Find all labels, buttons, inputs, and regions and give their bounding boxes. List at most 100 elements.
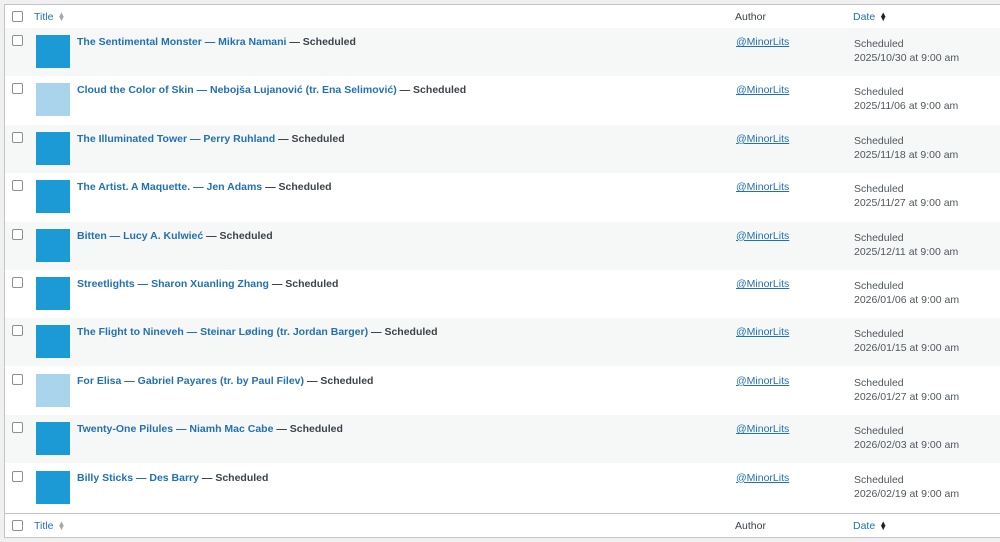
post-title-cell: Twenty-One Pilules — Niamh Mac Cabe — Sc… xyxy=(77,423,343,435)
author-link[interactable]: @MinorLits xyxy=(736,423,789,435)
author-link[interactable]: @MinorLits xyxy=(736,181,789,193)
select-all-checkbox-footer[interactable] xyxy=(12,520,23,531)
featured-image-thumbnail[interactable] xyxy=(36,325,70,359)
post-title-cell: The Artist. A Maquette. — Jen Adams — Sc… xyxy=(77,181,332,193)
featured-image-thumbnail[interactable] xyxy=(36,277,70,310)
row-checkbox[interactable] xyxy=(12,83,23,95)
date-column-sort-footer[interactable]: Date ▲ ▼ xyxy=(853,520,887,532)
select-all-checkbox[interactable] xyxy=(12,11,23,22)
publish-status: Scheduled xyxy=(854,231,904,244)
row-checkbox[interactable] xyxy=(12,470,23,482)
date-cell: Scheduled 2026/01/27 at 9:00 am xyxy=(854,376,959,404)
featured-image-thumbnail[interactable] xyxy=(36,470,70,504)
author-link[interactable]: @MinorLits xyxy=(736,84,789,96)
table-row: Cloud the Color of Skin — Nebojša Lujano… xyxy=(5,76,1000,124)
featured-image-thumbnail[interactable] xyxy=(36,422,70,456)
author-column-label: Author xyxy=(735,520,766,532)
author-link[interactable]: @MinorLits xyxy=(736,278,789,290)
publish-datetime: 2025/10/30 at 9:00 am xyxy=(854,52,960,64)
date-cell: Scheduled 2025/11/27 at 9:00 am xyxy=(854,182,958,210)
post-state: — Scheduled xyxy=(371,326,438,339)
publish-status: Scheduled xyxy=(854,86,904,99)
post-title-link[interactable]: The Flight to Nineveh — Steinar Løding (… xyxy=(77,326,368,338)
author-link[interactable]: @MinorLits xyxy=(736,133,789,145)
date-column-sort[interactable]: Date ▲ ▼ xyxy=(853,11,887,23)
publish-datetime: 2026/02/19 at 9:00 am xyxy=(854,487,960,500)
table-footer: Title ▲ ▼ Author Date ▲ ▼ xyxy=(5,513,1000,537)
author-link[interactable]: @MinorLits xyxy=(736,472,789,484)
date-cell: Scheduled 2025/10/30 at 9:00 am xyxy=(854,37,959,65)
featured-image-thumbnail[interactable] xyxy=(36,35,70,68)
publish-status: Scheduled xyxy=(854,328,904,341)
author-link[interactable]: @MinorLits xyxy=(736,375,789,387)
row-checkbox[interactable] xyxy=(12,131,23,143)
post-state: — Scheduled xyxy=(399,84,467,97)
post-title-link[interactable]: Bitten — Lucy A. Kulwieć xyxy=(77,230,203,242)
row-checkbox[interactable] xyxy=(12,373,23,385)
row-checkbox[interactable] xyxy=(12,228,23,240)
publish-datetime: 2025/12/11 at 9:00 am xyxy=(854,245,959,258)
date-cell: Scheduled 2025/11/06 at 9:00 am xyxy=(854,85,958,113)
publish-datetime: 2026/01/06 at 9:00 am xyxy=(854,294,960,306)
sort-icon: ▲ ▼ xyxy=(57,10,66,24)
post-title-link[interactable]: The Illuminated Tower — Perry Ruhland xyxy=(77,133,275,145)
author-link[interactable]: @MinorLits xyxy=(736,36,789,48)
table-row: For Elisa — Gabriel Payares (tr. by Paul… xyxy=(5,367,1000,415)
post-title-cell: Billy Sticks — Des Barry — Scheduled xyxy=(77,472,268,484)
publish-status: Scheduled xyxy=(854,280,904,292)
date-cell: Scheduled 2026/02/19 at 9:00 am xyxy=(854,473,959,501)
row-checkbox[interactable] xyxy=(12,277,23,288)
table-row: The Sentimental Monster — Mikra Namani —… xyxy=(5,28,1000,76)
date-column-label[interactable]: Date xyxy=(853,520,875,532)
author-column-label: Author xyxy=(735,11,766,23)
post-state: — Scheduled xyxy=(265,181,332,194)
title-column-label[interactable]: Title xyxy=(34,520,53,532)
featured-image-thumbnail[interactable] xyxy=(36,180,70,214)
row-checkbox[interactable] xyxy=(12,35,23,46)
sort-icon: ▲ ▼ xyxy=(57,519,66,533)
sort-icon: ▲ ▼ xyxy=(879,10,888,24)
publish-datetime: 2025/11/06 at 9:00 am xyxy=(854,100,959,113)
post-title-link[interactable]: For Elisa — Gabriel Payares (tr. by Paul… xyxy=(77,375,304,387)
author-link[interactable]: @MinorLits xyxy=(736,230,789,242)
table-row: Billy Sticks — Des Barry — Scheduled @Min… xyxy=(5,464,1000,512)
featured-image-thumbnail[interactable] xyxy=(36,131,70,165)
title-column-label[interactable]: Title xyxy=(34,11,53,23)
post-state: — Scheduled xyxy=(306,374,374,387)
publish-status: Scheduled xyxy=(854,38,904,50)
post-title-link[interactable]: The Artist. A Maquette. — Jen Adams xyxy=(77,181,262,193)
date-cell: Scheduled 2026/01/15 at 9:00 am xyxy=(854,327,959,355)
post-title-link[interactable]: Streetlights — Sharon Xuanling Zhang xyxy=(77,278,269,290)
date-cell: Scheduled 2026/02/03 at 9:00 am xyxy=(854,424,959,452)
date-cell: Scheduled 2026/01/06 at 9:00 am xyxy=(854,279,959,307)
featured-image-thumbnail[interactable] xyxy=(36,373,70,407)
title-column-sort-footer[interactable]: Title ▲ ▼ xyxy=(34,520,65,532)
post-title-cell: The Flight to Nineveh — Steinar Løding (… xyxy=(77,326,438,338)
title-column-sort[interactable]: Title ▲ ▼ xyxy=(34,11,65,23)
post-title-link[interactable]: Twenty-One Pilules — Niamh Mac Cabe xyxy=(77,423,273,435)
publish-datetime: 2026/01/15 at 9:00 am xyxy=(854,342,960,355)
post-title-link[interactable]: Billy Sticks — Des Barry xyxy=(77,472,199,484)
featured-image-thumbnail[interactable] xyxy=(36,83,70,117)
post-title-cell: Streetlights — Sharon Xuanling Zhang — S… xyxy=(77,278,338,290)
post-state: — Scheduled xyxy=(278,132,345,145)
row-checkbox[interactable] xyxy=(12,325,23,337)
post-title-cell: Bitten — Lucy A. Kulwieć — Scheduled xyxy=(77,230,273,242)
publish-status: Scheduled xyxy=(854,473,904,486)
post-title-link[interactable]: Cloud the Color of Skin — Nebojša Lujano… xyxy=(77,84,397,96)
publish-status: Scheduled xyxy=(854,183,904,196)
publish-datetime: 2025/11/27 at 9:00 am xyxy=(854,197,959,210)
row-checkbox[interactable] xyxy=(12,180,23,192)
table-row: Streetlights — Sharon Xuanling Zhang — S… xyxy=(5,270,1000,318)
post-state: — Scheduled xyxy=(289,36,356,48)
table-header: Title ▲ ▼ Author Date ▲ ▼ xyxy=(5,5,1000,29)
date-column-label[interactable]: Date xyxy=(853,11,875,23)
post-title-link[interactable]: The Sentimental Monster — Mikra Namani xyxy=(77,36,286,48)
post-title-cell: Cloud the Color of Skin — Nebojša Lujano… xyxy=(77,84,466,96)
post-state: — Scheduled xyxy=(271,278,339,290)
post-title-cell: The Illuminated Tower — Perry Ruhland — … xyxy=(77,133,345,145)
featured-image-thumbnail[interactable] xyxy=(36,228,70,262)
posts-table: Title ▲ ▼ Author Date ▲ ▼ The Sentimental Mo… xyxy=(4,4,1000,538)
row-checkbox[interactable] xyxy=(12,422,23,434)
author-link[interactable]: @MinorLits xyxy=(736,326,789,338)
